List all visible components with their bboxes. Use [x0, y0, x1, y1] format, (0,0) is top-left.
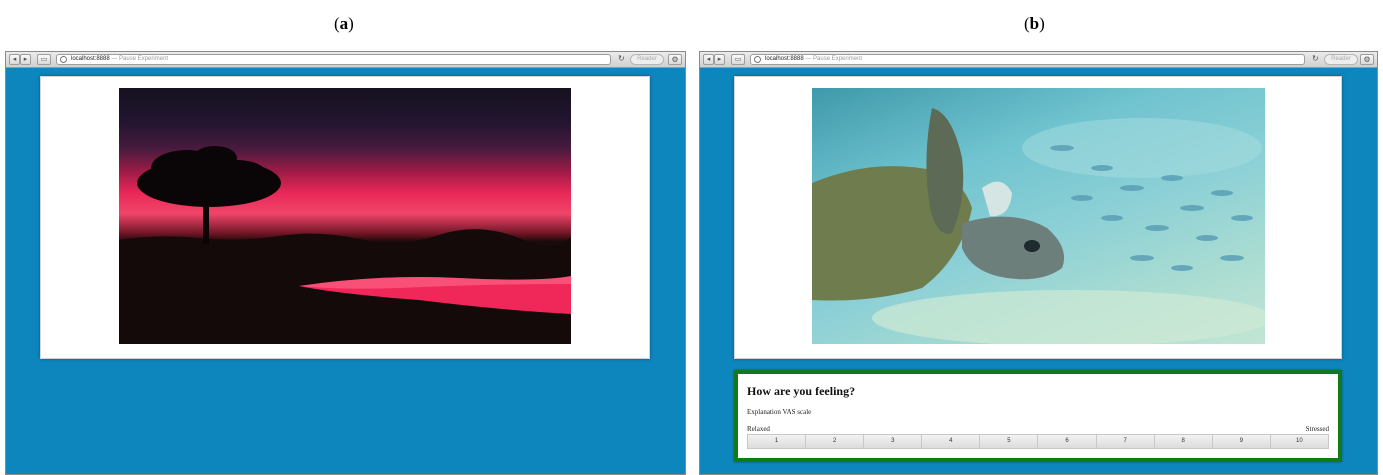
scale-option-3[interactable]: 3 [864, 435, 923, 448]
scale-left-anchor: Relaxed [747, 425, 770, 433]
survey-explanation: Explanation VAS scale [747, 408, 812, 416]
globe-icon [754, 56, 761, 63]
vas-scale: 1 2 3 4 5 6 7 8 9 10 [747, 434, 1329, 449]
url-text: localhost:8888 [71, 56, 110, 62]
reload-icon[interactable]: ↻ [618, 54, 625, 63]
reader-button[interactable]: Reader [1324, 54, 1358, 65]
turtle-scene [812, 108, 1265, 344]
panel-label-b: (b) [1024, 14, 1045, 33]
panel-label-a: (a) [334, 14, 354, 33]
forward-button[interactable]: ▸ [714, 54, 725, 65]
gear-icon[interactable]: ⚙ [668, 54, 682, 65]
scale-option-4[interactable]: 4 [922, 435, 981, 448]
feeling-survey: How are you feeling? Explanation VAS sca… [734, 370, 1342, 462]
scale-option-7[interactable]: 7 [1096, 435, 1155, 448]
sunset-scene [119, 146, 571, 344]
scale-right-anchor: Stressed [1305, 425, 1329, 433]
scale-option-2[interactable]: 2 [806, 435, 865, 448]
reader-button[interactable]: Reader [630, 54, 664, 65]
scale-option-8[interactable]: 8 [1154, 435, 1213, 448]
bookmarks-button[interactable]: ▭ [731, 54, 745, 65]
browser-toolbar: ◂ ▸ ▭ localhost:8888 — Pause Experiment … [6, 52, 685, 68]
scale-option-9[interactable]: 9 [1212, 435, 1271, 448]
address-bar[interactable]: localhost:8888 — Pause Experiment [56, 54, 611, 65]
bookmarks-button[interactable]: ▭ [37, 54, 51, 65]
scale-option-6[interactable]: 6 [1038, 435, 1097, 448]
sunset-savanna-photo [119, 88, 571, 344]
scale-option-10[interactable]: 10 [1270, 435, 1328, 448]
browser-toolbar: ◂ ▸ ▭ localhost:8888 — Pause Experiment … [700, 52, 1377, 68]
gear-icon[interactable]: ⚙ [1360, 54, 1374, 65]
forward-button[interactable]: ▸ [20, 54, 31, 65]
page-title-text: — Pause Experiment [111, 56, 169, 62]
sea-turtle-photo [812, 88, 1265, 344]
back-button[interactable]: ◂ [703, 54, 714, 65]
survey-question: How are you feeling? [747, 384, 856, 398]
reload-icon[interactable]: ↻ [1312, 54, 1319, 63]
screenshot-a: ◂ ▸ ▭ localhost:8888 — Pause Experiment … [5, 51, 686, 475]
globe-icon [60, 56, 67, 63]
scale-option-1[interactable]: 1 [748, 435, 807, 448]
page-title-text: — Pause Experiment [805, 56, 863, 62]
scale-option-5[interactable]: 5 [980, 435, 1039, 448]
back-button[interactable]: ◂ [9, 54, 20, 65]
screenshot-b: ◂ ▸ ▭ localhost:8888 — Pause Experiment … [699, 51, 1378, 475]
address-bar[interactable]: localhost:8888 — Pause Experiment [750, 54, 1305, 65]
image-card [734, 76, 1342, 359]
image-card [40, 76, 650, 359]
url-text: localhost:8888 [765, 56, 804, 62]
